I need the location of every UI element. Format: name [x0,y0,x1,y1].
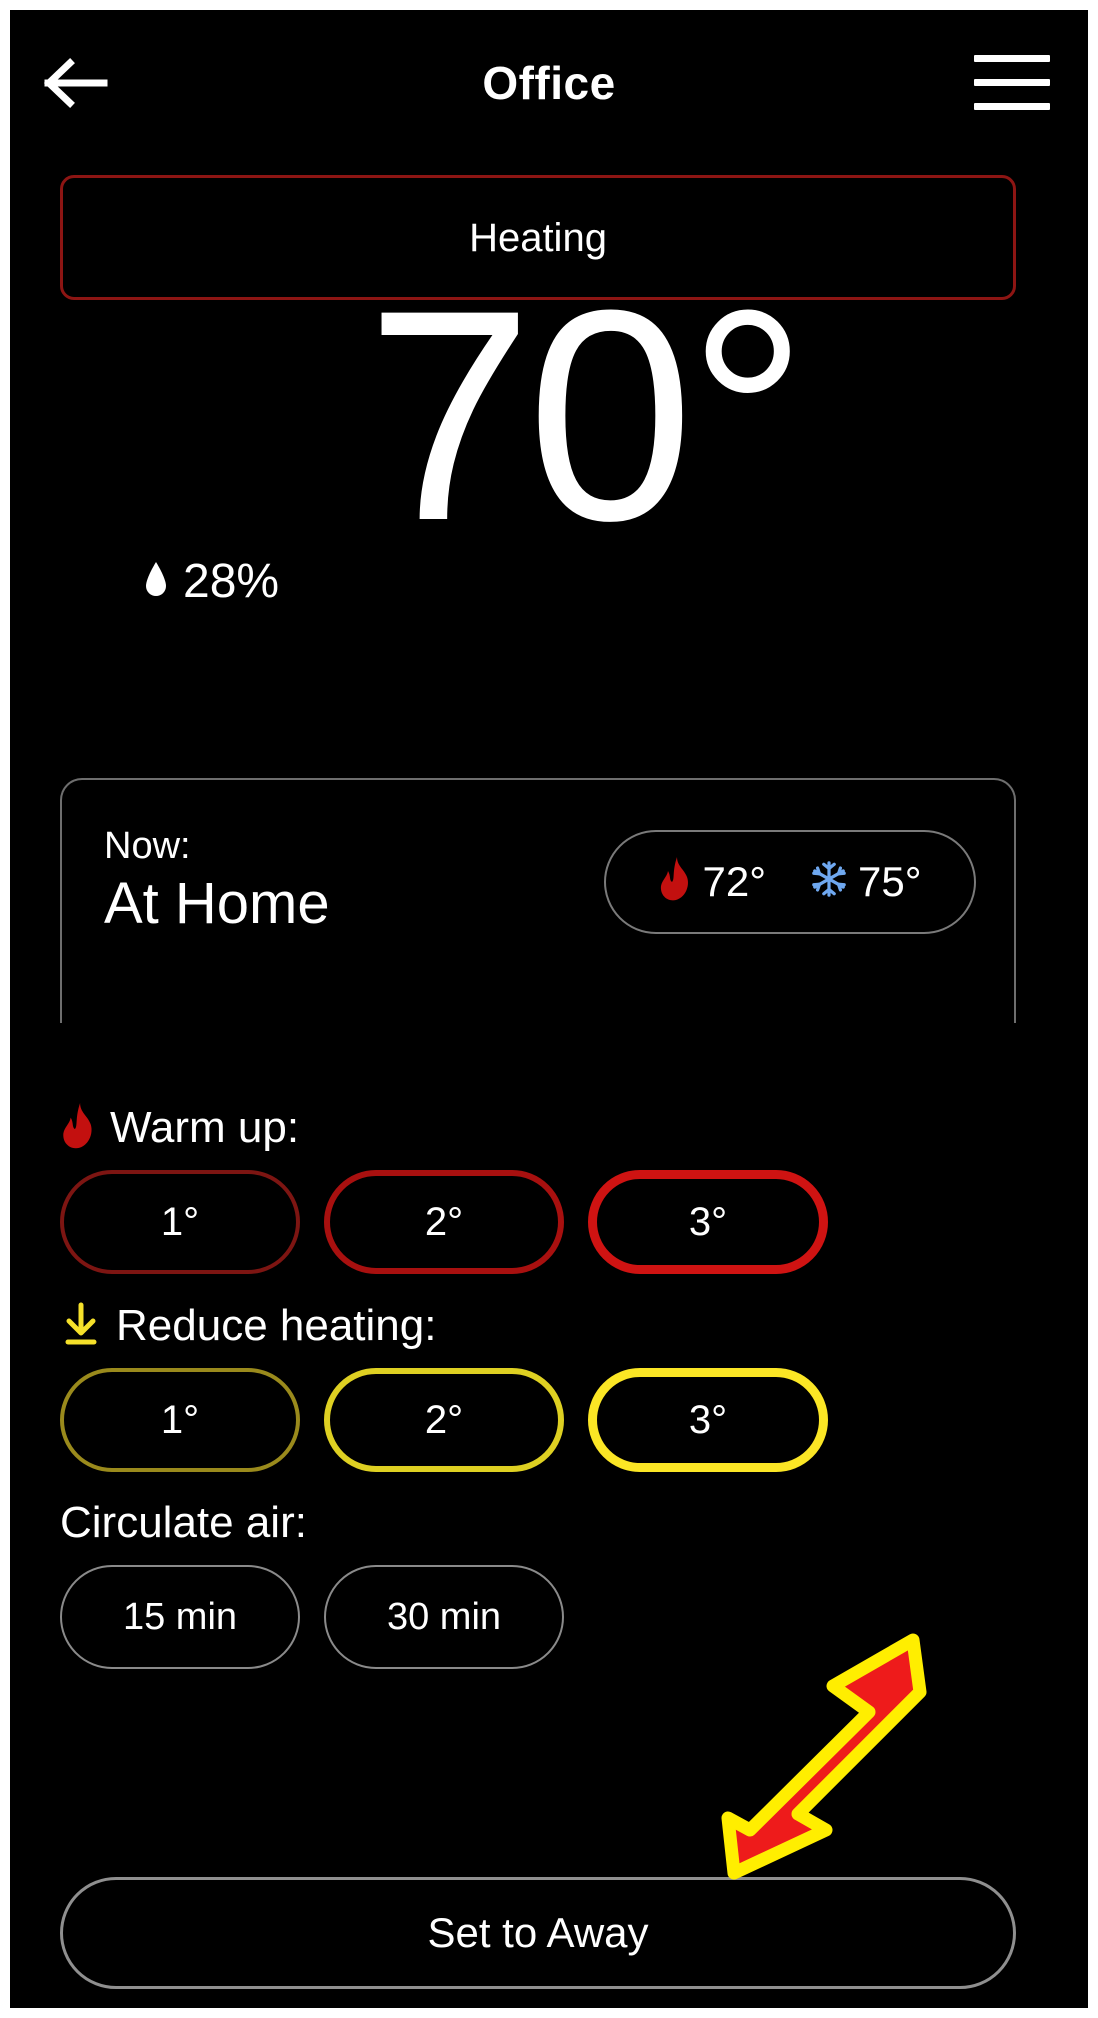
menu-bar-bottom [974,103,1050,110]
warm-up-option-3-label: 3° [688,1200,728,1244]
now-label: Now: [104,825,191,868]
current-schedule-card[interactable]: Now: At Home 72° 75° [60,778,1016,1023]
menu-bar-middle [974,79,1050,86]
page-title: Office [482,56,616,109]
section-circulate-air-header: Circulate air: [60,1495,1016,1551]
section-warm-up-header: Warm up: [60,1100,1016,1156]
set-to-away-label: Set to Away [427,1909,649,1956]
warm-up-option-1[interactable]: 1° [60,1170,300,1274]
menu-bar-top [974,55,1050,62]
back-button[interactable] [42,43,132,123]
thermostat-app-screen: Office Heating 70° 28% Now: At Home 72° … [10,10,1088,2008]
current-reading: 70° 28% [10,265,1088,606]
section-circulate-air: Circulate air: 15 min 30 min [60,1495,1016,1669]
section-reduce-heating-header: Reduce heating: [60,1298,1016,1354]
current-temperature: 70° [366,247,808,583]
section-reduce-heating: Reduce heating: 1° 2° 3° [60,1298,1016,1472]
reduce-heating-option-1-label: 1° [160,1398,200,1442]
section-reduce-heating-title: Reduce heating: [116,1301,437,1350]
reduce-heating-option-2[interactable]: 2° [324,1368,564,1472]
circulate-air-option-15min[interactable]: 15 min [60,1565,300,1669]
arrow-left-icon [42,55,108,111]
humidity-value: 28% [183,555,280,608]
cool-setpoint-value: 75° [858,857,922,905]
reduce-heating-option-1[interactable]: 1° [60,1368,300,1472]
warm-up-option-2[interactable]: 2° [324,1170,564,1274]
circulate-air-option-30min[interactable]: 30 min [324,1565,564,1669]
warm-up-options: 1° 2° 3° [60,1170,1016,1274]
water-drop-icon [143,560,169,605]
section-circulate-air-title: Circulate air: [60,1498,307,1547]
circulate-air-options: 15 min 30 min [60,1565,1016,1669]
app-header: Office [10,30,1088,135]
now-mode-value: At Home [104,871,330,936]
snowflake-icon [810,859,848,904]
reduce-heating-option-2-label: 2° [424,1398,464,1442]
circulate-air-option-30min-label: 30 min [386,1596,502,1638]
reduce-heating-option-3[interactable]: 3° [588,1368,828,1472]
cool-setpoint: 75° [810,859,922,904]
hamburger-menu-icon[interactable] [966,43,1056,123]
reduce-heating-options: 1° 2° 3° [60,1368,1016,1472]
heat-setpoint-value: 72° [702,857,766,905]
warm-up-option-2-label: 2° [424,1200,464,1244]
screenshot-frame: Office Heating 70° 28% Now: At Home 72° … [0,0,1098,2018]
circulate-air-option-15min-label: 15 min [122,1596,238,1638]
heat-setpoint: 72° [658,856,766,907]
reduce-heating-option-3-label: 3° [688,1398,728,1442]
setpoints-pill[interactable]: 72° 75° [604,829,976,934]
humidity-readout: 28% [143,558,279,606]
section-warm-up: Warm up: 1° 2° 3° [60,1100,1016,1274]
warm-up-option-3[interactable]: 3° [588,1170,828,1274]
current-schedule-text: Now: At Home [104,825,330,977]
arrow-down-to-line-icon [60,1301,102,1352]
annotation-pointer-arrow [670,1630,930,1890]
set-to-away-button[interactable]: Set to Away [60,1877,1016,1989]
section-warm-up-title: Warm up: [110,1103,300,1152]
flame-icon [60,1102,96,1155]
warm-up-option-1-label: 1° [160,1200,200,1244]
flame-icon [658,856,692,907]
